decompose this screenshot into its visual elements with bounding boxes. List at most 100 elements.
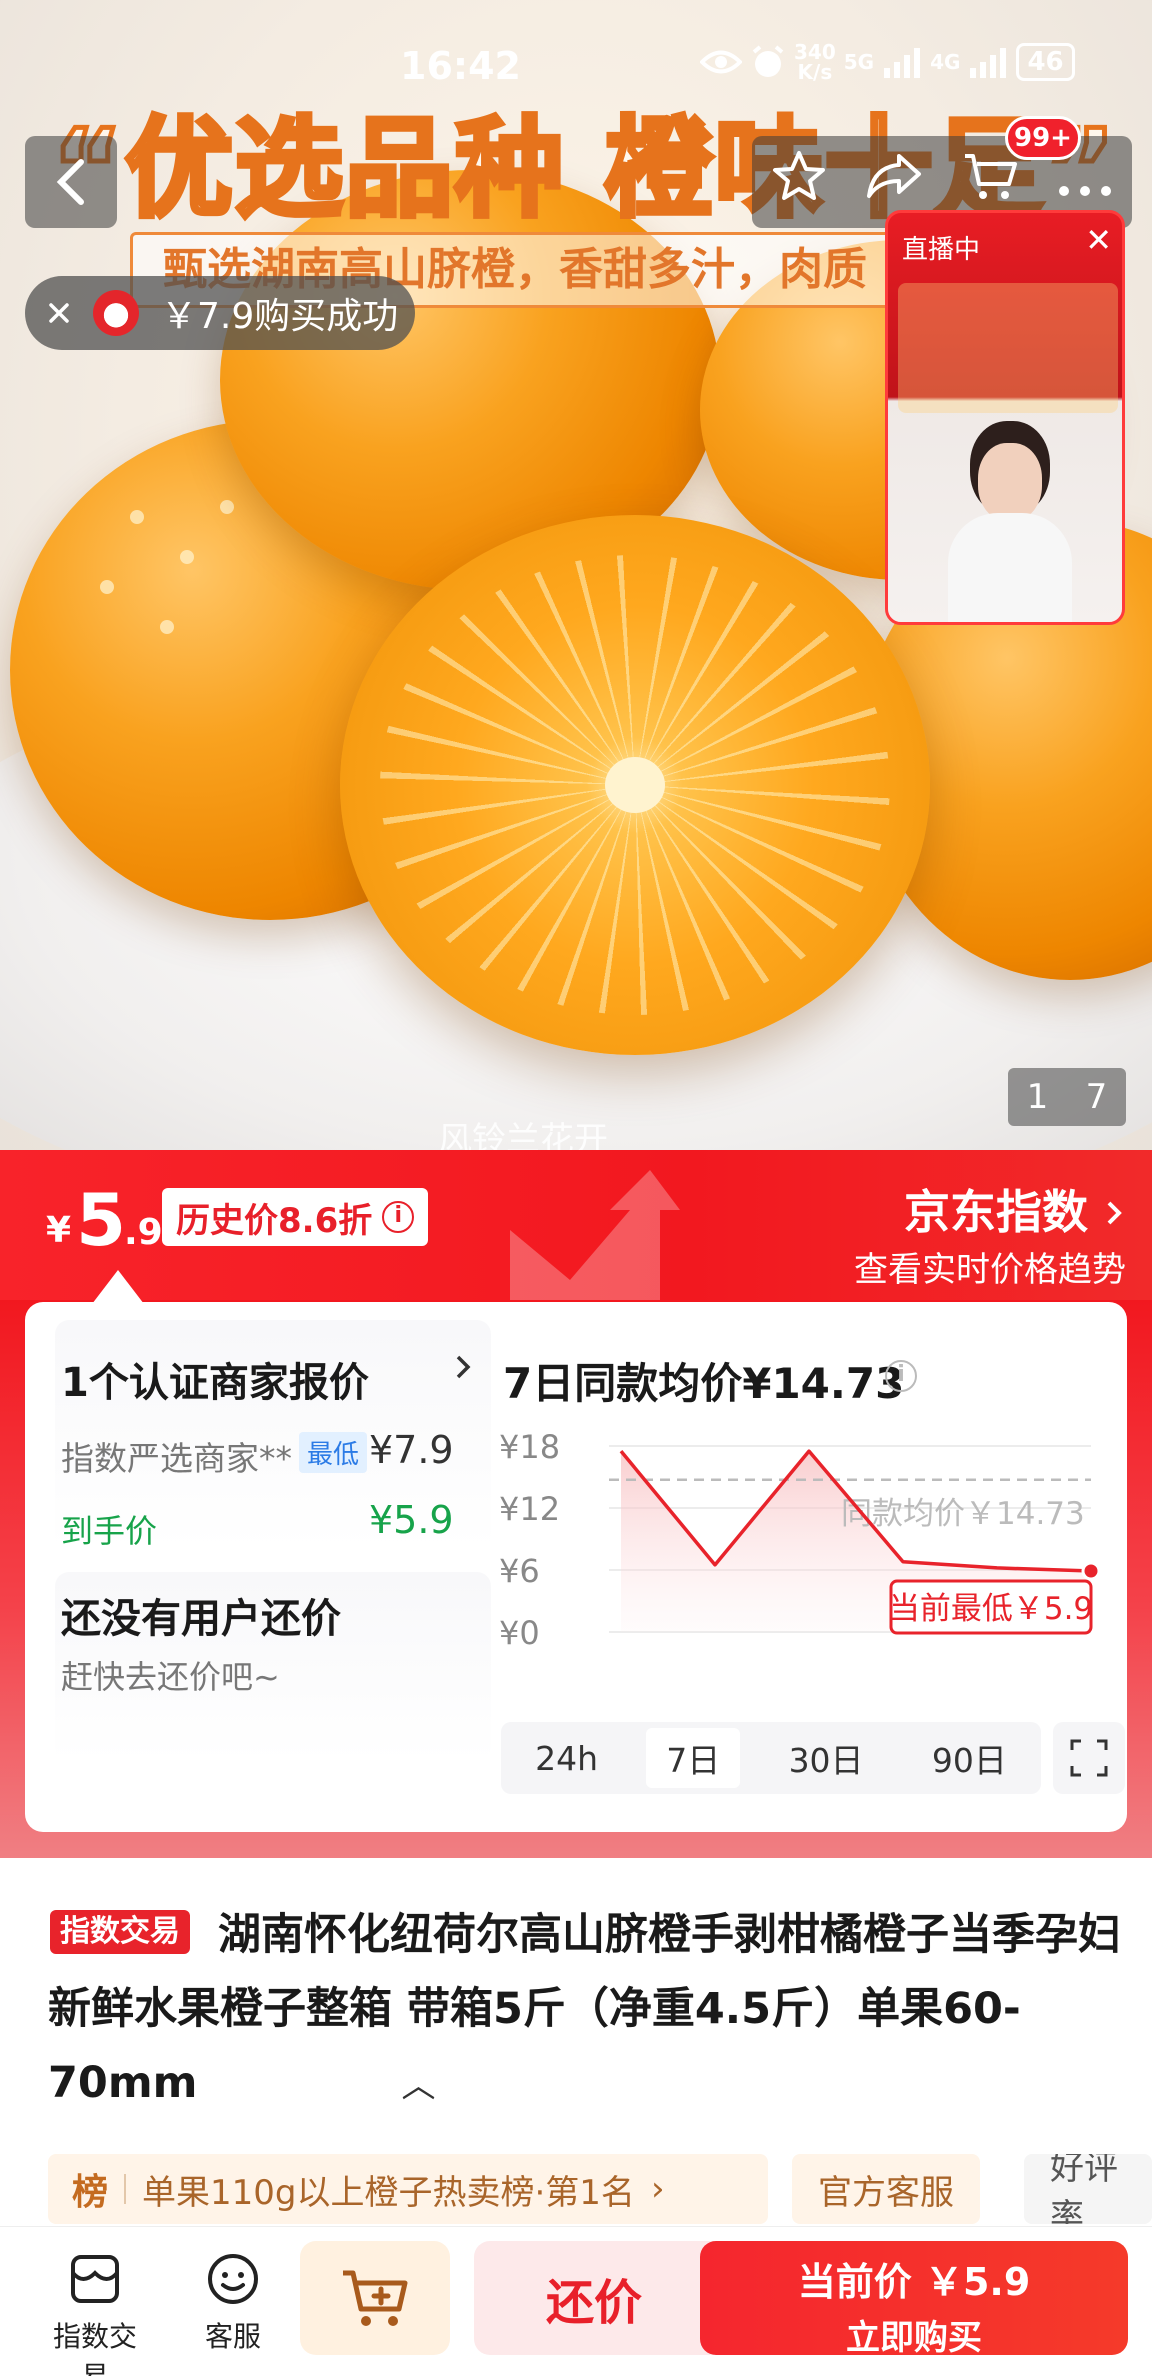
- signal-icon: [884, 48, 921, 78]
- bargain-title: 还没有用户还价: [61, 1596, 341, 1642]
- hand-price: ¥5.9: [369, 1498, 454, 1542]
- store-icon: [71, 2255, 119, 2303]
- cart-button[interactable]: [961, 148, 1019, 216]
- buy-now-button[interactable]: 当前价 ￥5.9 立即购买: [700, 2241, 1128, 2358]
- seller-price: ¥7.9: [369, 1428, 454, 1472]
- product-title-text: 湖南怀化纽荷尔高山脐橙手剥柑橘橙子当季孕妇新鲜水果橙子整箱 带箱5斤（净重4.5…: [48, 1910, 1121, 2108]
- battery-indicator: 46: [1016, 43, 1075, 81]
- price-banner: ¥ 5 .9 历史价8.6折 i 京东指数 查看实时价格趋势: [0, 1150, 1152, 1300]
- bargain-button[interactable]: 还价: [474, 2241, 714, 2355]
- tab-30d[interactable]: 30日: [769, 1728, 884, 1788]
- chevron-right-icon: ›: [650, 2169, 665, 2209]
- seller-name: 指数严选商家**: [61, 1439, 292, 1478]
- add-cart-icon: [343, 2270, 408, 2326]
- y-tick-label: ¥0: [499, 1614, 540, 1650]
- chevron-up-icon[interactable]: ︿: [231, 2049, 435, 2123]
- rank-badge: 榜: [72, 2172, 109, 2213]
- favorite-button[interactable]: [771, 148, 827, 216]
- product-title: 湖南怀化纽荷尔高山脐橙手剥柑橘橙子当季孕妇新鲜水果橙子整箱 带箱5斤（净重4.5…: [48, 1898, 1128, 2123]
- cart-icon: [965, 154, 1017, 199]
- share-button[interactable]: [865, 150, 923, 214]
- alarm-icon: [752, 45, 784, 77]
- more-button[interactable]: [1057, 154, 1113, 210]
- network-type: 5G: [843, 50, 875, 74]
- bargain-subtitle: 赶快去还价吧~: [61, 1658, 280, 1696]
- trend-arrow-icon: [510, 1170, 680, 1300]
- status-bar: 16:42 340 K/s 5G 4G 46: [0, 42, 1152, 88]
- chevron-right-icon: [1107, 1201, 1122, 1225]
- bottom-action-bar: 指数交易 客服 还价 当前价 ￥5.9 立即购买: [0, 2226, 1152, 2376]
- image-pager: 1 7: [1008, 1068, 1126, 1126]
- pager-total: 7: [1085, 1077, 1108, 1117]
- product-detail-page: { "status_bar": { "time": "16:42", "net_…: [0, 0, 1152, 2376]
- info-icon[interactable]: i: [885, 1360, 917, 1392]
- more-icon: [1059, 186, 1111, 196]
- history-discount-text: 历史价8.6折: [176, 1200, 373, 1241]
- y-tick-label: ¥18: [499, 1428, 560, 1466]
- live-tag: 直播中: [902, 235, 981, 265]
- price-index-card: 1个认证商家报价 指数严选商家** 最低 ¥7.9 到手价 ¥5.9 还没有用户…: [25, 1302, 1127, 1832]
- index-trade-button[interactable]: 指数交易: [40, 2251, 150, 2376]
- star-icon: [773, 151, 825, 200]
- review-rate-tag[interactable]: 好评率: [1024, 2154, 1152, 2224]
- network-type-2: 4G: [930, 50, 961, 74]
- current-point: [1081, 1561, 1101, 1581]
- share-icon: [867, 154, 921, 198]
- pager-current: 1: [1026, 1077, 1049, 1117]
- price-integer: 5: [76, 1178, 127, 1262]
- hand-price-label: 到手价: [61, 1512, 158, 1550]
- price-currency: ¥: [46, 1210, 72, 1251]
- toast-text: ￥7.9购买成功: [161, 296, 399, 337]
- official-service-tag[interactable]: 官方客服: [792, 2154, 980, 2224]
- status-icons: 340 K/s 5G 4G 46: [700, 42, 1075, 82]
- range-tabs: 24h 7日 30日 90日: [501, 1722, 1041, 1794]
- half-orange-illustration: [340, 515, 930, 1055]
- fullscreen-icon: [1070, 1739, 1108, 1777]
- streamer-image: [948, 443, 1072, 622]
- buy-now-label: 立即购买: [846, 2318, 982, 2358]
- customer-service-label: 客服: [204, 2320, 261, 2353]
- signal-icon: [970, 48, 1007, 78]
- customer-service-button[interactable]: 客服: [178, 2251, 288, 2355]
- eye-icon: [700, 50, 742, 74]
- merchant-quote-title: 1个认证商家报价: [61, 1360, 369, 1406]
- y-tick-label: ¥6: [499, 1552, 540, 1590]
- index-trade-label: 指数交易: [52, 2320, 137, 2376]
- image-watermark: 风铃兰花开: [438, 1120, 608, 1150]
- close-icon[interactable]: [47, 293, 71, 334]
- tab-24h[interactable]: 24h: [515, 1733, 618, 1784]
- jd-index-link[interactable]: 京东指数: [904, 1176, 1124, 1242]
- current-low-text: 当前最低￥5.9: [889, 1591, 1093, 1627]
- service-icon: [208, 2254, 258, 2304]
- live-board-image: [898, 283, 1118, 413]
- purchase-toast: ￥7.9购买成功: [25, 276, 415, 350]
- product-info: 指数交易 湖南怀化纽荷尔高山脐橙手剥柑橘橙子当季孕妇新鲜水果橙子整箱 带箱5斤（…: [0, 1858, 1152, 2278]
- current-low-label: 当前最低￥5.9: [889, 1579, 1093, 1635]
- live-stream-window[interactable]: 直播中 ✕: [885, 210, 1125, 625]
- close-icon[interactable]: ✕: [1085, 221, 1112, 259]
- network-speed: 340 K/s: [794, 40, 836, 84]
- add-to-cart-button[interactable]: [300, 2241, 450, 2355]
- ranking-tag[interactable]: 榜 单果110g以上橙子热卖榜·第1名 ›: [48, 2154, 768, 2224]
- fullscreen-button[interactable]: [1053, 1722, 1125, 1794]
- tab-90d[interactable]: 90日: [912, 1728, 1027, 1788]
- price-trend-chart: ¥18 ¥12 ¥6 ¥0 同款均价￥14.73 当前最低￥5.9: [499, 1428, 1101, 1650]
- status-time: 16:42: [400, 44, 521, 88]
- jd-index-subtitle: 查看实时价格趋势: [854, 1250, 1126, 1290]
- cart-count-badge: 99+: [1005, 116, 1081, 160]
- tab-7d[interactable]: 7日: [646, 1728, 741, 1788]
- card-notch: [92, 1270, 144, 1304]
- history-discount-tag[interactable]: 历史价8.6折 i: [162, 1188, 429, 1246]
- chevron-left-icon: [56, 159, 84, 205]
- average-label: 同款均价￥14.73: [841, 1496, 1085, 1532]
- chart-title: 7日同款均价¥14.73: [503, 1359, 905, 1408]
- avatar: [93, 290, 139, 336]
- buy-now-price: 当前价 ￥5.9: [797, 2260, 1031, 2304]
- jd-index-title: 京东指数: [903, 1185, 1088, 1239]
- info-icon: i: [382, 1201, 415, 1233]
- back-button[interactable]: [25, 136, 117, 228]
- price-decimal: .9: [124, 1212, 163, 1253]
- lowest-badge: 最低: [299, 1432, 368, 1473]
- y-tick-label: ¥12: [499, 1490, 560, 1528]
- tags-row: 榜 单果110g以上橙子热卖榜·第1名 › 官方客服 好评率: [48, 2154, 1152, 2224]
